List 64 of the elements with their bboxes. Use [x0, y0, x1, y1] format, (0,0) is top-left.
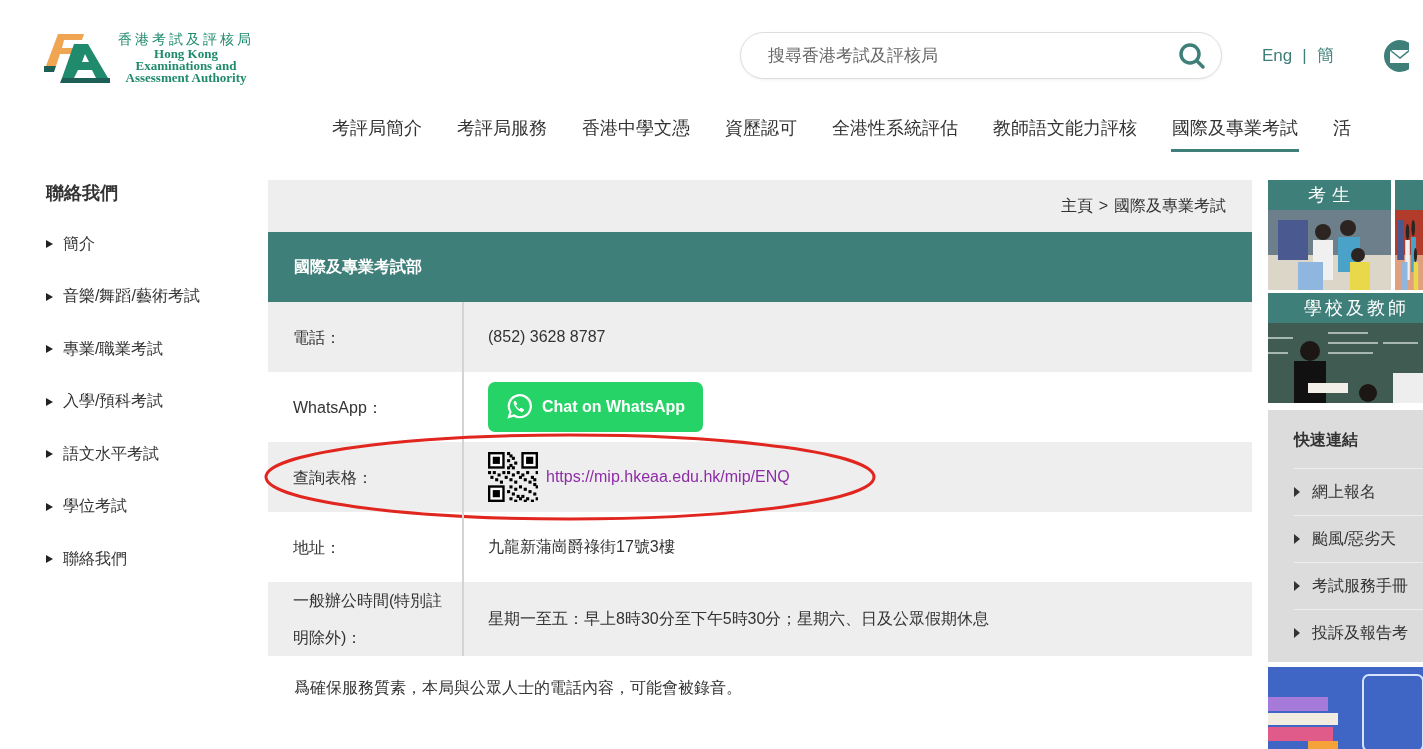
contact-label: 地址：: [293, 537, 341, 558]
sidebar-link[interactable]: 聯絡我們: [63, 548, 127, 570]
sidebar-link[interactable]: 入學/預科考試: [63, 391, 164, 413]
bullet-icon: [46, 502, 53, 511]
quick-link[interactable]: 網上報名: [1312, 481, 1376, 503]
sidebar-link[interactable]: 音樂/舞蹈/藝術考試: [63, 286, 200, 308]
contact-label: 查詢表格：: [293, 467, 373, 488]
quick-link[interactable]: 考試服務手冊: [1312, 575, 1408, 597]
contact-label: 電話：: [293, 327, 341, 348]
sidebar-link[interactable]: 專業/職業考試: [63, 338, 164, 360]
section-title: 國際及專業考試部: [268, 232, 1252, 302]
nav-tab[interactable]: 考評局簡介: [331, 110, 423, 152]
breadcrumb-link[interactable]: 主頁: [1060, 195, 1093, 217]
logo-english-name: Examinations and: [135, 60, 237, 72]
nav-tab[interactable]: 教師語文能力評核: [992, 110, 1138, 152]
logo-icon: [44, 32, 110, 84]
quick-links-title: 快速連結: [1294, 430, 1359, 450]
nav-tab[interactable]: 考評局服務: [456, 110, 548, 152]
logo-english-name: Assessment Authority: [125, 72, 247, 84]
card-title: 考生: [1268, 180, 1391, 210]
card-title: 學校及教師: [1268, 293, 1423, 323]
contact-value: 星期一至五：早上8時30分至下午5時30分；星期六、日及公眾假期休息: [488, 608, 990, 629]
bullet-icon: [1294, 487, 1300, 497]
nav-tab[interactable]: 香港中學文憑: [581, 110, 691, 152]
recording-notice: 爲確保服務質素，本局與公眾人士的電話內容，可能會被錄音。: [293, 678, 743, 698]
audience-card[interactable]: [1395, 180, 1423, 290]
sidebar-title: 聯絡我們: [46, 182, 119, 205]
logo-english-name: Hong Kong: [154, 48, 218, 60]
bullet-icon: [46, 450, 53, 459]
bullet-icon: [1294, 534, 1300, 544]
mail-icon[interactable]: [1383, 40, 1409, 72]
breadcrumb-current: 國際及專業考試: [1114, 195, 1226, 216]
language-separator: |: [1302, 45, 1307, 66]
search-icon: [1178, 42, 1206, 70]
nav-tab[interactable]: 國際及專業考試: [1171, 110, 1299, 152]
bullet-icon: [46, 555, 53, 564]
logo-chinese-name: 香港考試及評核局: [118, 32, 254, 48]
nav-tab[interactable]: 資歷認可: [724, 110, 798, 152]
audience-card[interactable]: 考生: [1268, 180, 1391, 290]
bullet-icon: [1294, 628, 1300, 638]
sidebar-link[interactable]: 語文水平考試: [63, 443, 159, 465]
whatsapp-icon: [504, 393, 532, 421]
language-link[interactable]: Eng: [1262, 45, 1293, 66]
audience-card[interactable]: 學校及教師: [1268, 293, 1423, 403]
contact-label: 一般辦公時間(特別註明除外)：: [293, 591, 444, 648]
search-field[interactable]: 搜尋香港考試及評核局: [740, 32, 1222, 79]
language-link[interactable]: 簡: [1316, 44, 1334, 67]
contact-label: WhatsApp：: [293, 397, 383, 418]
sidebar-link[interactable]: 學位考試: [63, 496, 127, 518]
bullet-icon: [46, 397, 53, 406]
bullet-icon: [1294, 581, 1300, 591]
bullet-icon: [46, 292, 53, 301]
quick-link[interactable]: 颱風/惡劣天: [1312, 528, 1397, 550]
qr-code-icon: [488, 452, 538, 502]
quick-link[interactable]: 投訴及報告考: [1312, 622, 1408, 644]
breadcrumb-separator: >: [1098, 197, 1108, 215]
nav-tab[interactable]: 全港性系統評估: [831, 110, 959, 152]
nav-tab[interactable]: 活: [1332, 110, 1352, 152]
bullet-icon: [46, 240, 53, 249]
contact-value: 九龍新蒲崗爵祿街17號3樓: [488, 536, 675, 557]
bullet-icon: [46, 345, 53, 354]
sidebar-link[interactable]: 簡介: [63, 233, 95, 255]
enquiry-form-link[interactable]: https://mip.hkeaa.edu.hk/mip/ENQ: [546, 468, 790, 486]
contact-value: (852) 3628 8787: [488, 328, 606, 346]
